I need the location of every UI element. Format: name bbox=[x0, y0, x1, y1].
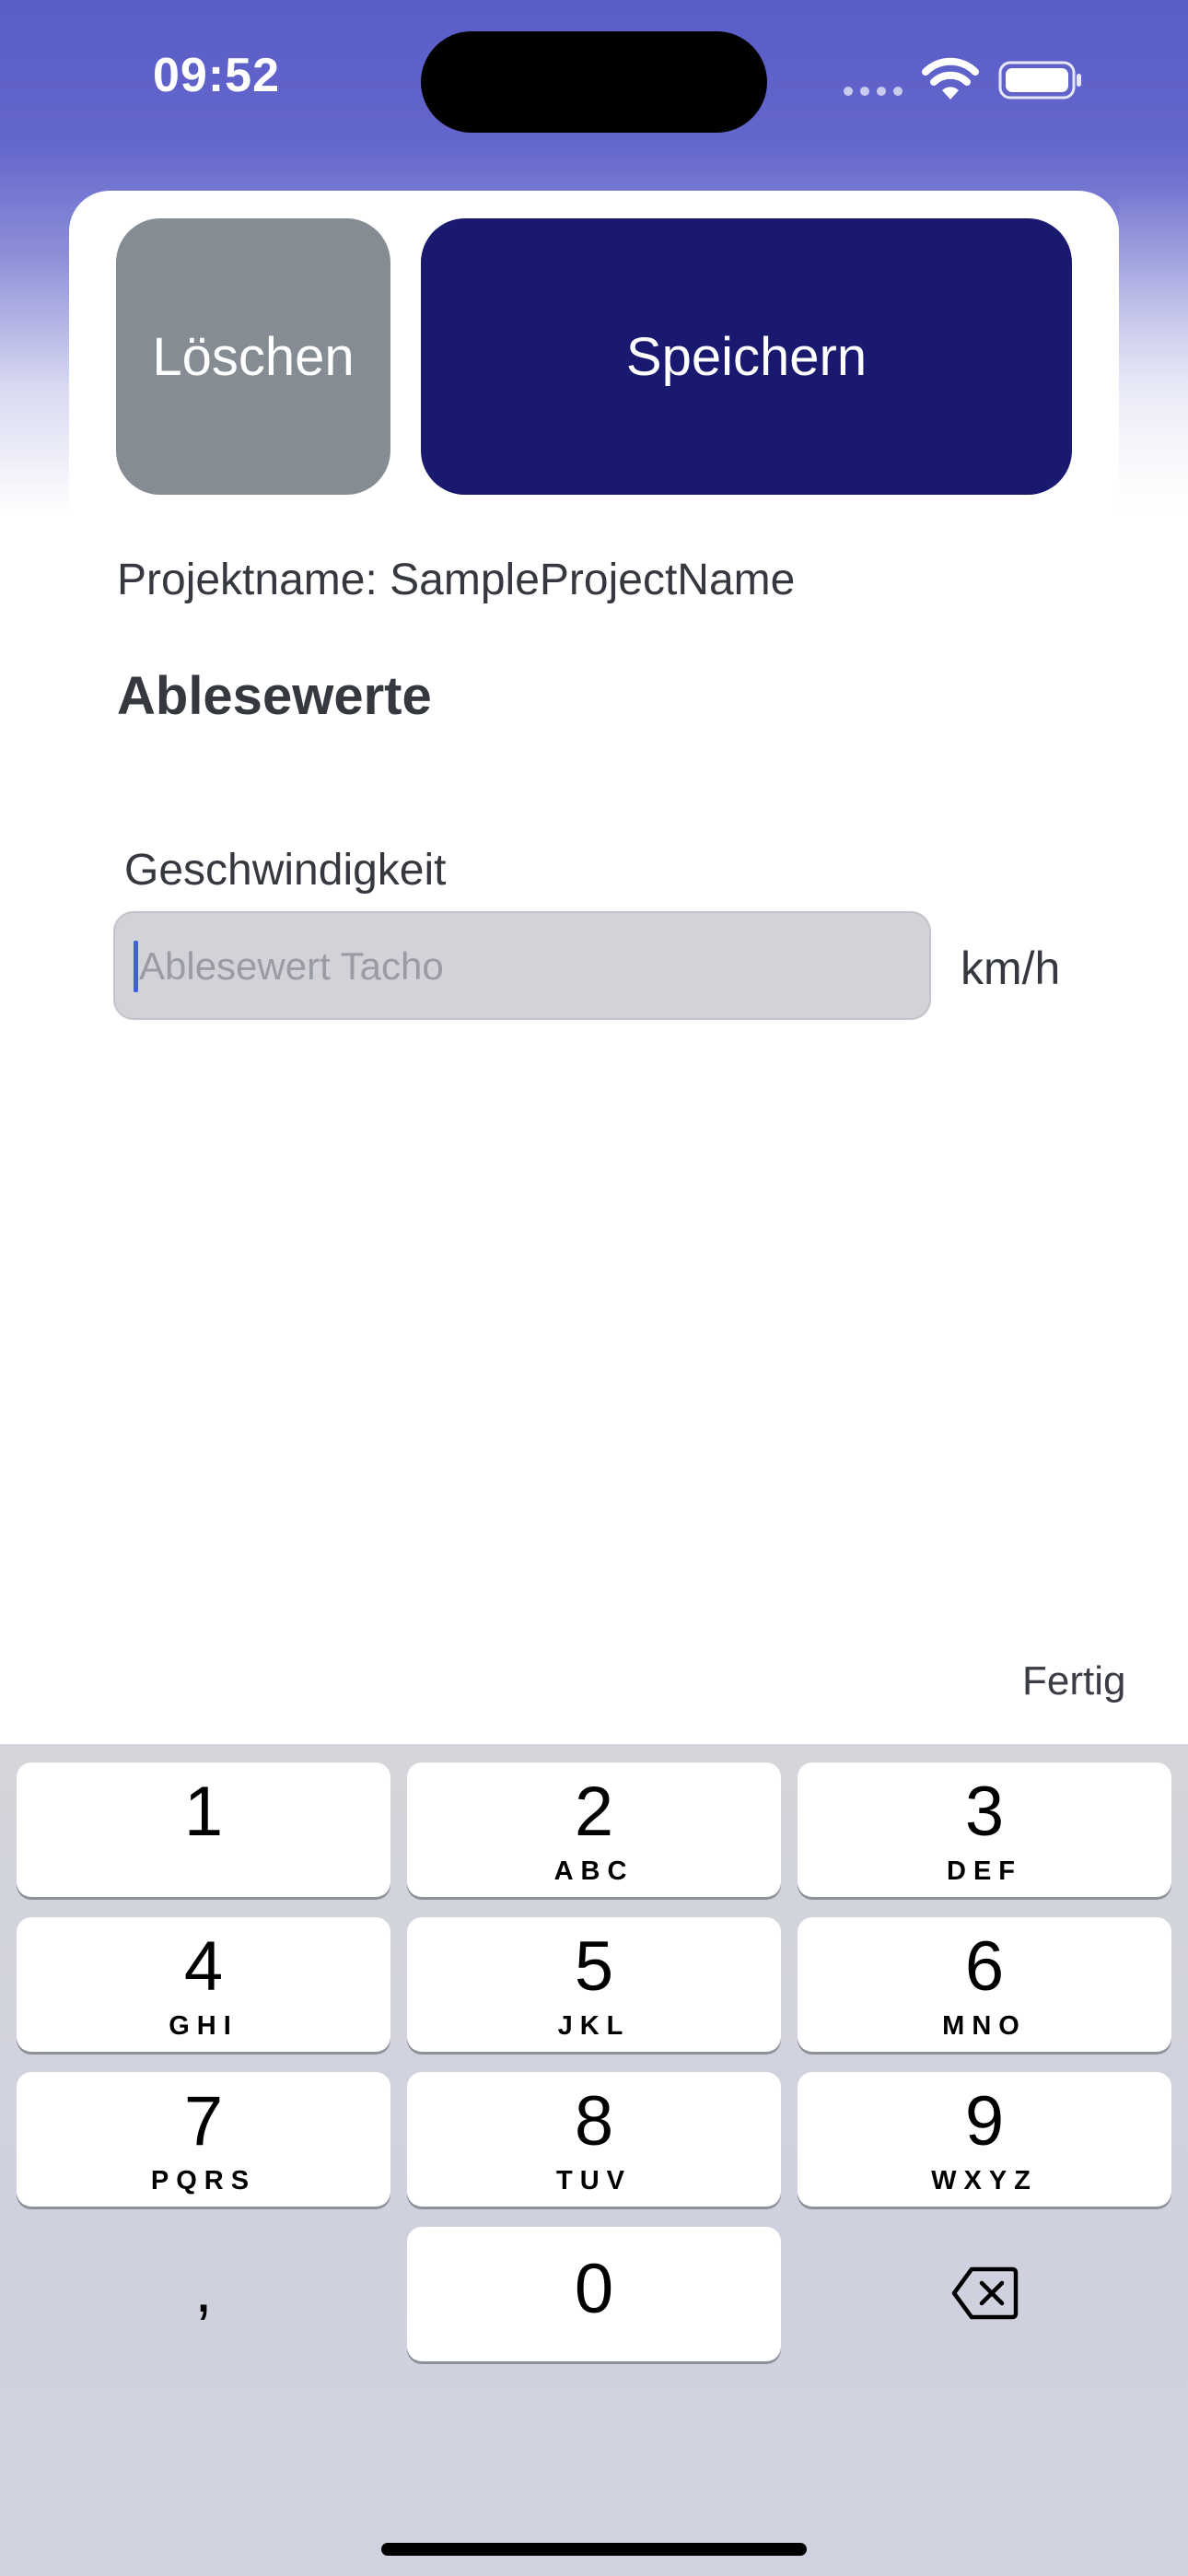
key-letters: TUV bbox=[556, 2166, 632, 2195]
status-time: 09:52 bbox=[153, 49, 280, 102]
key-digit: 7 bbox=[183, 2082, 224, 2160]
key-digit: 5 bbox=[574, 1927, 614, 2006]
section-title: Ablesewerte bbox=[117, 666, 432, 726]
backspace-icon bbox=[951, 2266, 1019, 2320]
content-card: Löschen Speichern Projektname: SamplePro… bbox=[69, 191, 1119, 1702]
numeric-keyboard: 1 2 ABC 3 DEF 4 GHI 5 JKL 6 MNO 7 PQRS 8… bbox=[0, 1744, 1188, 2576]
key-letters: JKL bbox=[557, 2011, 631, 2041]
home-indicator[interactable] bbox=[381, 2543, 807, 2556]
key-6[interactable]: 6 MNO bbox=[798, 1917, 1171, 2052]
status-bar: 09:52 bbox=[0, 0, 1188, 162]
project-name-label: Projektname: SampleProjectName bbox=[117, 556, 796, 604]
key-2[interactable]: 2 ABC bbox=[407, 1762, 781, 1897]
key-9[interactable]: 9 WXYZ bbox=[798, 2072, 1171, 2207]
done-button[interactable]: Fertig bbox=[1022, 1658, 1125, 1704]
key-5[interactable]: 5 JKL bbox=[407, 1917, 781, 2052]
key-digit: 0 bbox=[574, 2250, 614, 2328]
key-backspace[interactable] bbox=[798, 2227, 1171, 2361]
speed-field-label: Geschwindigkeit bbox=[124, 846, 447, 895]
unit-label: km/h bbox=[961, 943, 1061, 994]
speed-input-container[interactable] bbox=[113, 911, 931, 1020]
key-4[interactable]: 4 GHI bbox=[17, 1917, 390, 2052]
key-comma[interactable]: , bbox=[17, 2227, 390, 2361]
key-0[interactable]: 0 bbox=[407, 2227, 781, 2361]
key-letters: WXYZ bbox=[931, 2166, 1038, 2195]
speed-input[interactable] bbox=[137, 913, 914, 1020]
key-digit: 9 bbox=[964, 2082, 1005, 2160]
key-digit: 4 bbox=[183, 1927, 224, 2006]
dynamic-island bbox=[421, 31, 767, 133]
key-letters: MNO bbox=[942, 2011, 1027, 2041]
key-3[interactable]: 3 DEF bbox=[798, 1762, 1171, 1897]
key-digit: 8 bbox=[574, 2082, 614, 2160]
key-digit: 6 bbox=[964, 1927, 1005, 2006]
key-1[interactable]: 1 bbox=[17, 1762, 390, 1897]
key-digit: 3 bbox=[964, 1773, 1005, 1851]
save-button[interactable]: Speichern bbox=[421, 218, 1072, 495]
key-letters: ABC bbox=[553, 1856, 635, 1886]
signal-icon bbox=[844, 87, 903, 96]
battery-icon bbox=[998, 61, 1081, 100]
delete-button[interactable]: Löschen bbox=[116, 218, 390, 495]
wifi-icon bbox=[922, 57, 979, 100]
comma-glyph: , bbox=[194, 2254, 213, 2325]
key-8[interactable]: 8 TUV bbox=[407, 2072, 781, 2207]
key-digit: 2 bbox=[574, 1773, 614, 1851]
key-letters: GHI bbox=[169, 2011, 239, 2041]
key-digit: 1 bbox=[183, 1773, 224, 1851]
key-letters: DEF bbox=[947, 1856, 1022, 1886]
header-background-fade bbox=[1119, 184, 1188, 700]
key-letters: PQRS bbox=[150, 2166, 257, 2195]
key-7[interactable]: 7 PQRS bbox=[17, 2072, 390, 2207]
